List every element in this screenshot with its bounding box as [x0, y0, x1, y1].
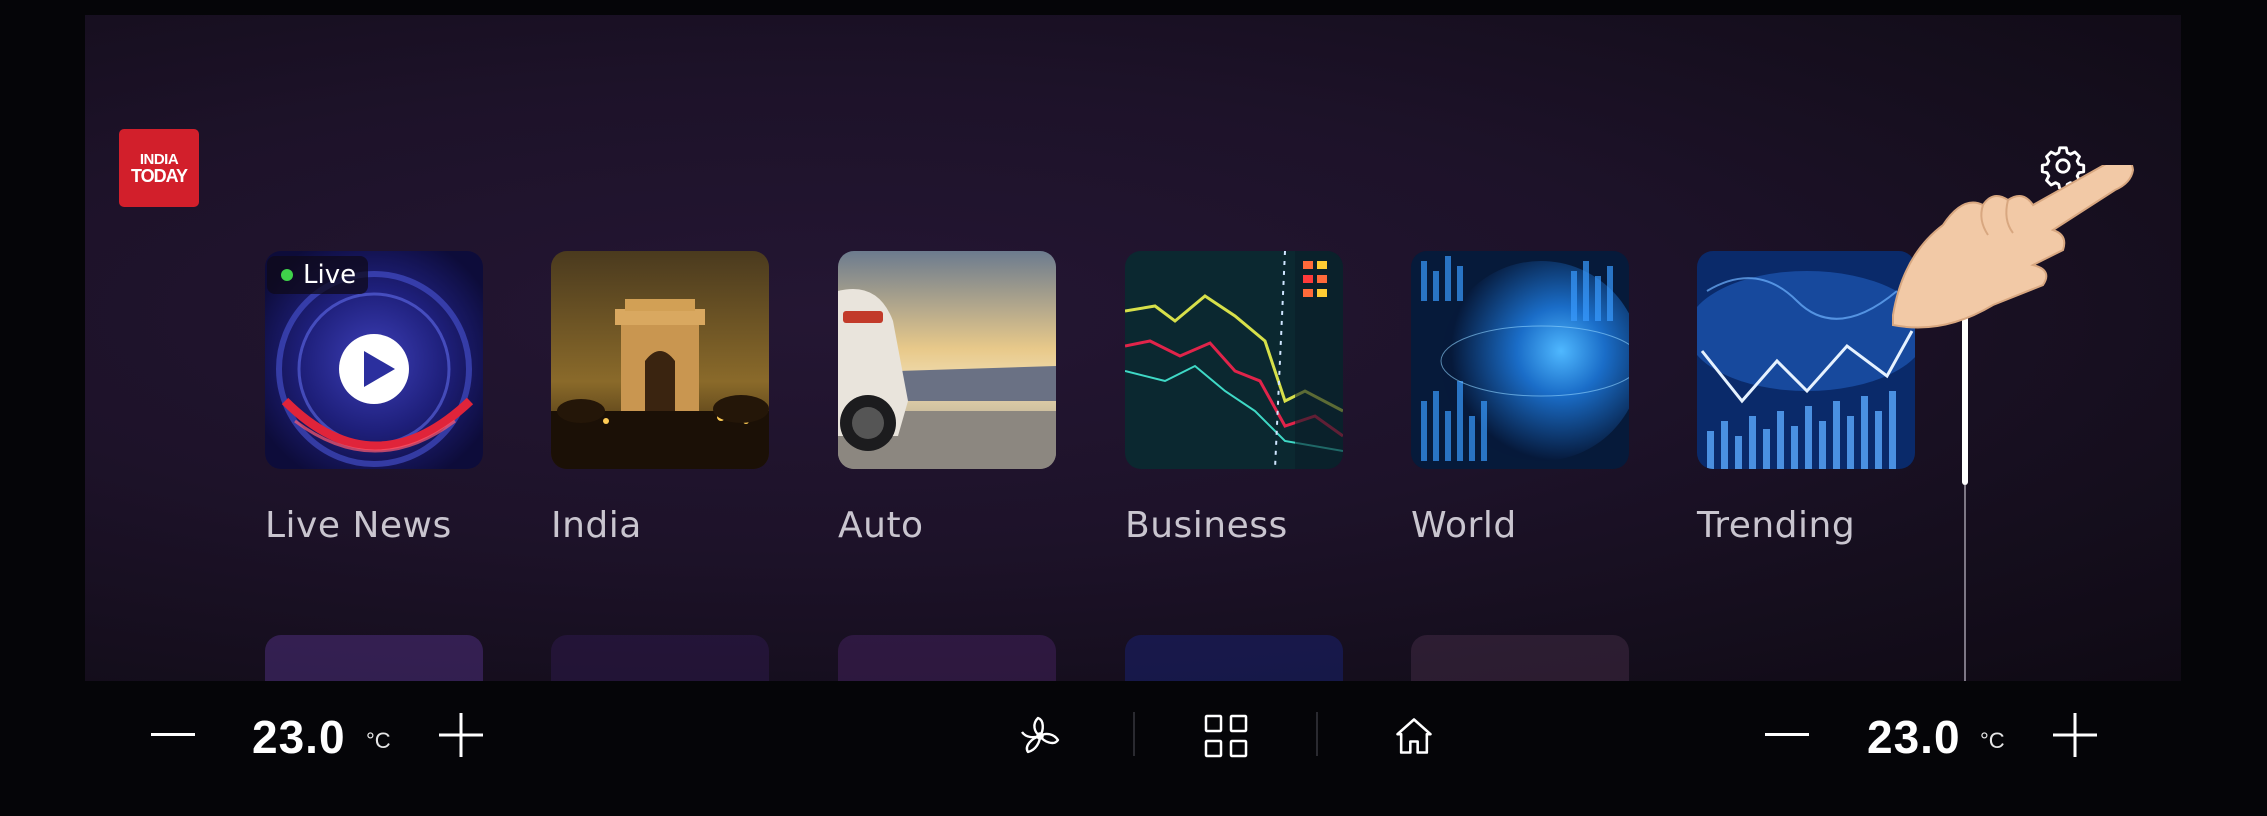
- category-label: India: [551, 505, 642, 546]
- india-thumbnail[interactable]: [551, 251, 769, 469]
- home-icon: [1396, 718, 1432, 754]
- minus-icon: [1765, 733, 1809, 736]
- category-label: Trending: [1697, 505, 1856, 546]
- plus-icon: [439, 713, 483, 757]
- category-label: World: [1411, 505, 1517, 546]
- india-today-logo: INDIA TODAY: [119, 129, 199, 207]
- right-temp-increase-button[interactable]: [2052, 712, 2098, 758]
- logo-text-today: TODAY: [130, 165, 188, 186]
- category-tile-india[interactable]: India: [551, 251, 769, 546]
- category-tile-world[interactable]: World: [1411, 251, 1629, 546]
- right-temperature-value: 23.0: [1867, 711, 1961, 763]
- category-label: Live News: [265, 505, 452, 546]
- category-tile-business[interactable]: Business: [1125, 251, 1343, 546]
- logo-text-india: INDIA: [139, 150, 179, 168]
- category-tile-live-news[interactable]: Live Live News: [265, 251, 483, 546]
- fan-button[interactable]: [1012, 710, 1068, 762]
- home-button[interactable]: [1386, 710, 1442, 762]
- business-thumbnail[interactable]: [1125, 251, 1343, 469]
- auto-thumbnail[interactable]: [838, 251, 1056, 469]
- app-screen: INDIA TODAY Live Live News India Auto Bu…: [85, 15, 2181, 681]
- minus-icon: [151, 733, 195, 736]
- left-temperature-value: 23.0: [252, 711, 346, 763]
- live-badge: Live: [267, 256, 369, 294]
- dock-divider: [1316, 712, 1318, 756]
- right-temperature-unit: °C: [1980, 728, 2005, 753]
- next-row-tile: [1125, 635, 1343, 681]
- fan-icon: [1021, 716, 1060, 754]
- scrollbar-track[interactable]: [1964, 485, 1966, 681]
- plus-icon: [2053, 713, 2097, 757]
- dock-divider: [1133, 712, 1135, 756]
- next-row-tile: [551, 635, 769, 681]
- apps-grid-icon: [1204, 714, 1248, 758]
- category-tile-auto[interactable]: Auto: [838, 251, 1056, 546]
- next-row-tile: [838, 635, 1056, 681]
- left-temperature-unit: °C: [366, 728, 391, 753]
- live-badge-label: Live: [303, 260, 357, 290]
- category-label: Business: [1125, 505, 1288, 546]
- left-temp-decrease-button[interactable]: [150, 715, 196, 755]
- live-news-thumbnail[interactable]: Live: [265, 251, 483, 469]
- next-row-tile: [265, 635, 483, 681]
- world-thumbnail[interactable]: [1411, 251, 1629, 469]
- left-temp-increase-button[interactable]: [438, 712, 484, 758]
- apps-button[interactable]: [1198, 710, 1254, 762]
- live-indicator-dot: [281, 269, 293, 281]
- category-label: Auto: [838, 505, 924, 546]
- right-temp-decrease-button[interactable]: [1764, 715, 1810, 755]
- next-row-tile: [1411, 635, 1629, 681]
- pointing-hand-illustration: [1892, 165, 2135, 329]
